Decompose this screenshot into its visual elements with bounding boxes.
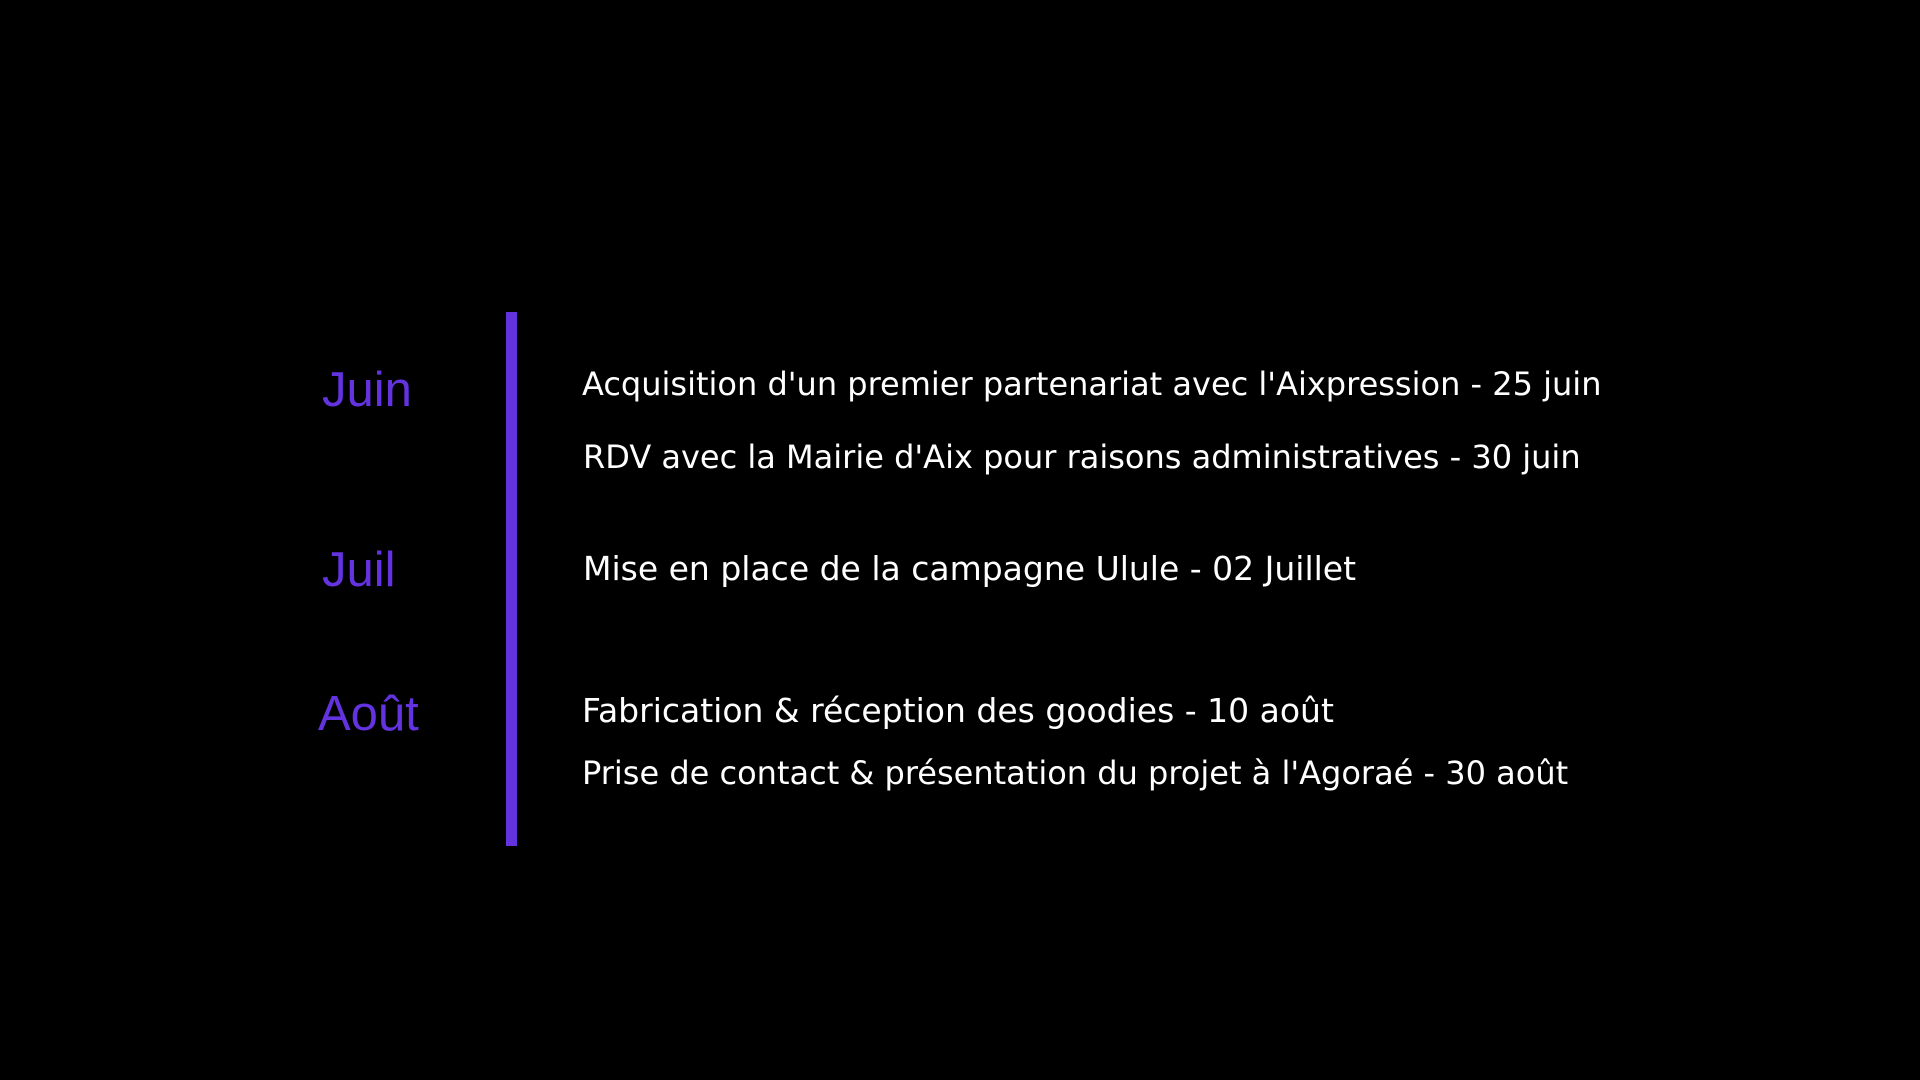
month-label-juin: Juin [322, 363, 412, 417]
month-label-juil: Juil [322, 543, 396, 597]
event-rdv-mairie: RDV avec la Mairie d'Aix pour raisons ad… [583, 438, 1581, 476]
event-partenariat-aixpression: Acquisition d'un premier partenariat ave… [582, 365, 1602, 403]
timeline-vertical-line [506, 312, 517, 846]
event-contact-agorae: Prise de contact & présentation du proje… [582, 754, 1569, 792]
timeline-slide: Juin Juil Août Acquisition d'un premier … [0, 0, 1920, 1080]
event-campagne-ulule: Mise en place de la campagne Ulule - 02 … [583, 549, 1357, 588]
month-label-aout: Août [318, 687, 419, 741]
event-fabrication-goodies: Fabrication & réception des goodies - 10… [582, 691, 1334, 730]
